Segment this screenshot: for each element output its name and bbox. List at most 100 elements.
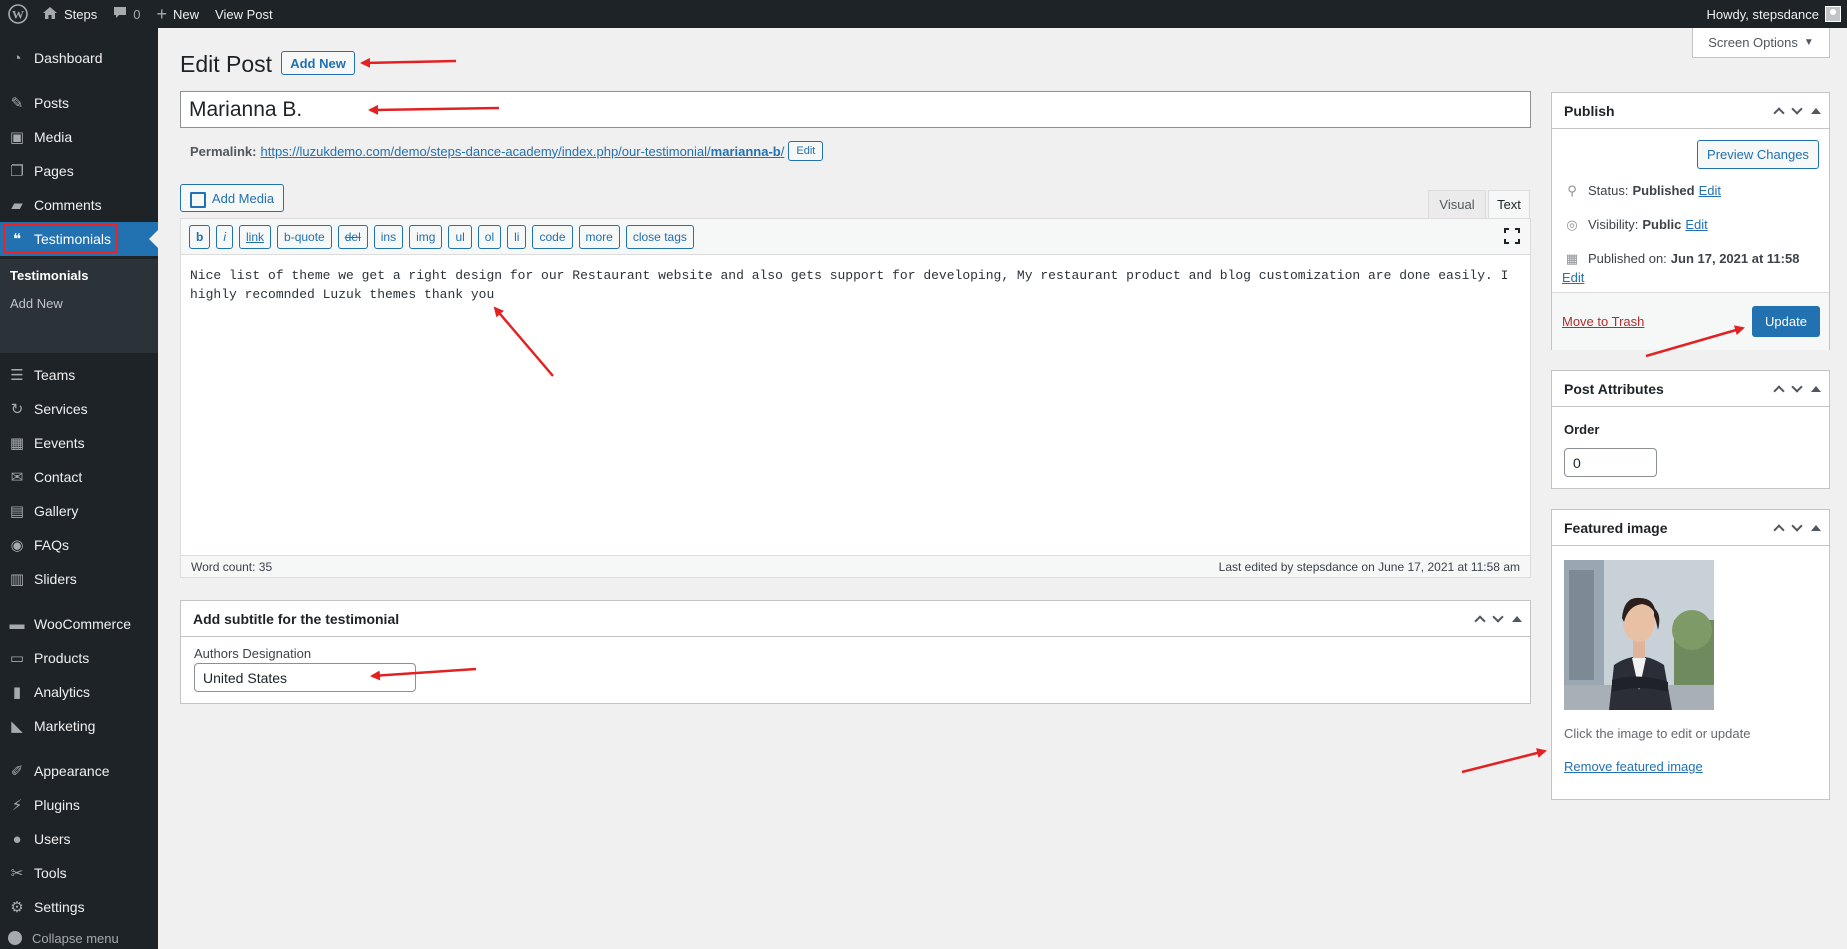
qt-code-button[interactable]: code <box>532 224 573 249</box>
chevron-up-icon[interactable] <box>1773 524 1785 536</box>
visibility-edit-link[interactable]: Edit <box>1685 217 1707 232</box>
collapse-icon <box>8 931 22 945</box>
sidebar-item-tools[interactable]: ✂ Tools <box>0 856 158 890</box>
qt-del-button[interactable]: del <box>337 224 368 249</box>
fullscreen-icon[interactable] <box>1504 228 1520 244</box>
published-on-edit-link[interactable]: Edit <box>1562 270 1584 285</box>
sidebar-item-teams[interactable]: ☰ Teams <box>0 358 158 392</box>
chevron-up-icon[interactable] <box>1773 107 1785 119</box>
collapse-menu-button[interactable]: Collapse menu <box>0 923 158 949</box>
sidebar-item-pages[interactable]: ❐ Pages <box>0 154 158 188</box>
sidebar-item-eevents[interactable]: ▦ Eevents <box>0 426 158 460</box>
preview-changes-button[interactable]: Preview Changes <box>1697 140 1819 169</box>
testimonials-submenu: Testimonials Add New <box>0 259 158 353</box>
toggle-triangle-icon[interactable] <box>1811 108 1821 114</box>
permalink-edit-button[interactable]: Edit <box>788 141 824 161</box>
qt-blockquote-button[interactable]: b-quote <box>277 224 332 249</box>
sidebar-item-comments[interactable]: ▰ Comments <box>0 188 158 222</box>
home-icon <box>42 6 58 23</box>
tab-text[interactable]: Text <box>1488 190 1530 218</box>
chevron-down-icon[interactable] <box>1791 520 1803 532</box>
qt-more-button[interactable]: more <box>578 224 620 249</box>
add-new-button[interactable]: Add New <box>281 51 355 75</box>
sidebar-item-settings[interactable]: ⚙ Settings <box>0 890 158 924</box>
sidebar-item-products[interactable]: ▭ Products <box>0 641 158 675</box>
sidebar-item-gallery[interactable]: ▤ Gallery <box>0 494 158 528</box>
wrench-icon: ✂ <box>10 865 24 882</box>
chevron-up-icon[interactable] <box>1773 385 1785 397</box>
sidebar-item-services[interactable]: ↻ Services <box>0 392 158 426</box>
chevron-down-icon[interactable] <box>1791 381 1803 393</box>
sidebar-item-plugins[interactable]: ⚡ Plugins <box>0 788 158 822</box>
qt-img-button[interactable]: img <box>409 224 443 249</box>
update-button[interactable]: Update <box>1752 306 1820 337</box>
sidebar-item-media[interactable]: ▣ Media <box>0 120 158 154</box>
qt-link-button[interactable]: link <box>239 224 272 249</box>
submenu-item-testimonials[interactable]: Testimonials <box>10 268 89 283</box>
order-label: Order <box>1564 422 1600 437</box>
sidebar-item-faqs[interactable]: ◉ FAQs <box>0 528 158 562</box>
qt-bold-button[interactable]: b <box>189 224 211 249</box>
order-input[interactable]: 0 <box>1564 448 1657 477</box>
tab-visual[interactable]: Visual <box>1428 190 1486 218</box>
move-to-trash-link[interactable]: Move to Trash <box>1562 314 1644 329</box>
permalink-link[interactable]: https://luzukdemo.com/demo/steps-dance-a… <box>260 144 784 159</box>
sidebar-item-appearance[interactable]: ✐ Appearance <box>0 754 158 788</box>
megaphone-icon: ◣ <box>11 718 23 735</box>
sidebar-item-marketing[interactable]: ◣ Marketing <box>0 709 158 743</box>
media-icon <box>189 191 206 208</box>
sidebar-item-analytics[interactable]: ▮ Analytics <box>0 675 158 709</box>
chevron-down-icon[interactable] <box>1492 611 1504 623</box>
user-account-menu[interactable]: Howdy, stepsdance <box>1699 0 1847 28</box>
qt-ol-button[interactable]: ol <box>477 224 502 249</box>
toggle-triangle-icon[interactable] <box>1512 616 1522 622</box>
arrow-featured-image <box>1461 748 1547 774</box>
metabox-header: Featured image <box>1552 510 1829 546</box>
authors-designation-input[interactable]: United States <box>194 663 416 692</box>
chevron-up-icon[interactable] <box>1474 615 1486 627</box>
chevron-down-icon[interactable] <box>1791 103 1803 115</box>
qt-li-button[interactable]: li <box>507 224 527 249</box>
qt-close-tags-button[interactable]: close tags <box>625 224 694 249</box>
subtitle-metabox: Add subtitle for the testimonial Authors… <box>180 600 1531 704</box>
comment-icon: ▰ <box>11 197 23 214</box>
featured-image-hint: Click the image to edit or update <box>1564 726 1751 741</box>
sidebar-item-sliders[interactable]: ▥ Sliders <box>0 562 158 596</box>
metabox-header: Publish <box>1552 93 1829 129</box>
sidebar-item-woocommerce[interactable]: ▬ WooCommerce <box>0 607 158 641</box>
remove-featured-image-link[interactable]: Remove featured image <box>1564 759 1703 774</box>
sidebar-item-posts[interactable]: ✎ Posts <box>0 86 158 120</box>
permalink-row: Permalink: https://luzukdemo.com/demo/st… <box>190 141 824 161</box>
add-media-button[interactable]: Add Media <box>180 184 284 212</box>
sidebar-item-contact[interactable]: ✉ Contact <box>0 460 158 494</box>
admin-bar: W Steps 0 + New View Post Howdy, stepsda… <box>0 0 1847 28</box>
sidebar-item-users[interactable]: ● Users <box>0 822 158 856</box>
new-content-link[interactable]: + New <box>148 0 207 28</box>
qt-ins-button[interactable]: ins <box>373 224 404 249</box>
submenu-item-add-new[interactable]: Add New <box>10 296 63 311</box>
post-content-textarea[interactable]: Nice list of theme we get a right design… <box>190 266 1520 304</box>
email-icon: ✉ <box>10 469 24 486</box>
quicktags-toolbar: b i link b-quote del ins img ul ol li co… <box>181 219 1530 255</box>
post-title-input[interactable]: Marianna B. <box>180 91 1531 128</box>
comments-link[interactable]: 0 <box>105 0 148 28</box>
view-post-link[interactable]: View Post <box>207 0 281 28</box>
plus-icon: + <box>156 3 167 24</box>
qt-italic-button[interactable]: i <box>216 224 234 249</box>
qt-ul-button[interactable]: ul <box>448 224 472 249</box>
metabox-header: Post Attributes <box>1552 371 1829 407</box>
post-attributes-metabox: Post Attributes Order 0 <box>1551 370 1830 489</box>
last-edited: Last edited by stepsdance on June 17, 20… <box>1218 559 1520 574</box>
visibility-row: ◎ Visibility: Public Edit <box>1564 217 1707 233</box>
dashboard-icon: ◔ <box>12 49 22 67</box>
sidebar-item-testimonials[interactable]: ❝ Testimonials <box>0 222 158 256</box>
text-editor: b i link b-quote del ins img ul ol li co… <box>180 218 1531 578</box>
featured-image-thumbnail[interactable] <box>1564 560 1714 710</box>
wordpress-logo-icon[interactable]: W <box>2 0 34 28</box>
status-edit-link[interactable]: Edit <box>1699 183 1721 198</box>
site-name-link[interactable]: Steps <box>34 0 105 28</box>
sidebar-item-dashboard[interactable]: ◔ Dashboard <box>0 41 158 75</box>
toggle-triangle-icon[interactable] <box>1811 525 1821 531</box>
toggle-triangle-icon[interactable] <box>1811 386 1821 392</box>
screen-options-button[interactable]: Screen Options ▼ <box>1692 28 1830 58</box>
